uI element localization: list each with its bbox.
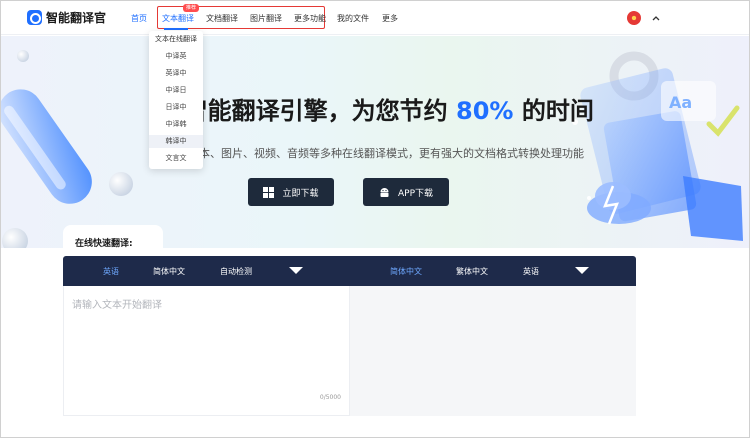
text-translate-dropdown: 文本在线翻译 中译英 英译中 中译日 日译中 中译韩 韩译中 文言文: [149, 31, 203, 169]
nav-more-features[interactable]: 更多功能: [294, 13, 326, 24]
windows-icon: [263, 186, 275, 198]
nav-home[interactable]: 首页: [131, 13, 147, 24]
download-button[interactable]: 立即下载: [248, 178, 334, 206]
logo-icon[interactable]: [27, 10, 42, 25]
download-button-label: 立即下载: [282, 188, 319, 199]
chevron-up-icon[interactable]: [651, 13, 661, 23]
avatar[interactable]: [627, 11, 641, 25]
result-panel: [349, 286, 636, 416]
source-lang-simplified[interactable]: 简体中文: [153, 266, 185, 277]
dropdown-item-classical[interactable]: 文言文: [149, 152, 203, 165]
target-lang-traditional[interactable]: 繁体中文: [456, 266, 488, 277]
language-bar: 英语 简体中文 自动检测 简体中文 繁体中文 英语: [63, 256, 636, 286]
hero-subtitle: 涵盖文本、图片、视频、音频等多种在线翻译模式，更有强大的文档格式转换处理功能: [166, 147, 584, 160]
nav-more[interactable]: 更多: [382, 13, 398, 24]
source-lang-english[interactable]: 英语: [103, 266, 119, 277]
app-download-button[interactable]: APP下载: [363, 178, 449, 206]
hero-banner: Aa AI智能翻译引擎，为您节约 80% 的时间 涵盖文本、图片、视频、音频等多…: [1, 36, 749, 248]
dropdown-item-ko-zh[interactable]: 韩译中: [149, 135, 203, 148]
source-caret-down-icon[interactable]: [289, 267, 303, 274]
app-download-button-label: APP下载: [397, 188, 433, 199]
app-title[interactable]: 智能翻译官: [46, 9, 106, 26]
nav-active-underline: [164, 28, 188, 30]
nav-my-files[interactable]: 我的文件: [337, 13, 369, 24]
dropdown-item-ja-zh[interactable]: 日译中: [149, 101, 203, 114]
source-panel: 0/5000: [63, 286, 349, 416]
nav-doc-translate[interactable]: 文档翻译: [206, 13, 238, 24]
recommend-badge: 推荐: [183, 4, 200, 12]
char-count: 0/5000: [319, 394, 341, 401]
target-lang-english[interactable]: 英语: [523, 266, 539, 277]
source-lang-auto[interactable]: 自动检测: [220, 266, 252, 277]
target-lang-simplified[interactable]: 简体中文: [390, 266, 422, 277]
nav-text-translate[interactable]: 文本翻译: [162, 13, 194, 24]
hero-title: AI智能翻译引擎，为您节约 80% 的时间: [156, 97, 594, 125]
top-header: 智能翻译官 推荐 首页 文本翻译 文档翻译 图片翻译 更多功能 我的文件 更多: [1, 1, 749, 35]
quick-translate-label: 在线快速翻译:: [75, 239, 133, 249]
dropdown-item-en-zh[interactable]: 英译中: [149, 67, 203, 80]
android-icon: [380, 187, 389, 197]
target-caret-down-icon[interactable]: [575, 267, 589, 274]
dropdown-item-zh-ja[interactable]: 中译日: [149, 84, 203, 97]
dropdown-item-online[interactable]: 文本在线翻译: [149, 33, 203, 46]
dropdown-item-zh-en[interactable]: 中译英: [149, 50, 203, 63]
dropdown-item-zh-ko[interactable]: 中译韩: [149, 118, 203, 131]
nav-image-translate[interactable]: 图片翻译: [250, 13, 282, 24]
hero-decoration: Aa: [1, 50, 743, 248]
source-text-input[interactable]: [72, 296, 342, 386]
hero-title-accent: 80%: [456, 97, 514, 125]
